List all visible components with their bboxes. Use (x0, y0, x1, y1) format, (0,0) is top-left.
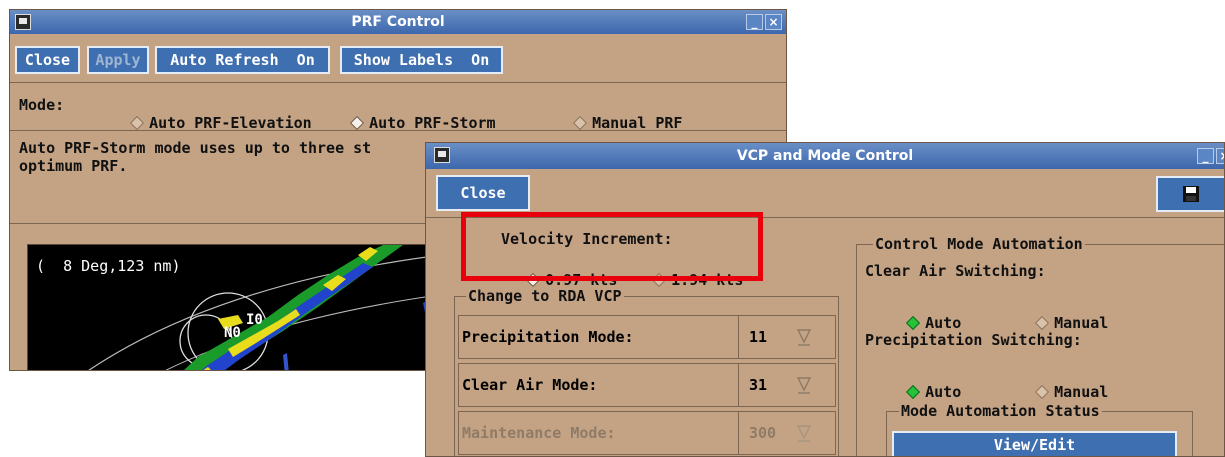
clear-air-mode-value: 31 (749, 376, 768, 394)
vcp-mode-control-window: VCP and Mode Control _ × Close Velocity … (425, 142, 1225, 457)
app-icon (434, 147, 450, 163)
change-rda-vcp-title: Change to RDA VCP (466, 287, 624, 305)
clear-air-mode-label: Clear Air Mode: (462, 376, 598, 394)
mode-description-line1: Auto PRF-Storm mode uses up to three st (19, 139, 372, 157)
radio-icon (573, 115, 588, 130)
app-icon (15, 14, 31, 30)
maintenance-mode-select: 300 (738, 412, 818, 454)
option-label: Auto (925, 314, 962, 332)
control-mode-automation-title: Control Mode Automation (873, 235, 1085, 253)
divider (10, 82, 786, 83)
option-label: Auto (925, 383, 962, 401)
storm-label-i0: I0 (246, 312, 263, 328)
precipitation-mode-select[interactable]: 11 (738, 316, 818, 358)
radio-icon (130, 115, 145, 130)
dropdown-arrow-icon (796, 377, 812, 394)
close-window-icon[interactable]: × (765, 14, 782, 30)
radar-cursor-readout: ( 8 Deg,123 nm) (36, 257, 181, 275)
prf-titlebar[interactable]: PRF Control _ × (10, 10, 786, 34)
precipitation-switching-label: Precipitation Switching: (865, 331, 1082, 349)
vcp-window-title: VCP and Mode Control (736, 148, 914, 164)
precipitation-mode-label: Precipitation Mode: (462, 328, 634, 346)
maintenance-mode-label: Maintenance Mode: (462, 424, 616, 442)
maintenance-mode-value: 300 (749, 424, 777, 442)
save-button[interactable] (1156, 176, 1224, 212)
precipitation-mode-value: 11 (749, 328, 768, 346)
show-labels-button[interactable]: Show Labels On (340, 46, 503, 74)
close-button[interactable]: Close (15, 46, 80, 74)
apply-button[interactable]: Apply (87, 46, 149, 74)
option-label: Manual (1054, 314, 1109, 332)
storm-label-n0: N0 (224, 325, 241, 341)
dropdown-arrow-icon (796, 329, 812, 346)
floppy-disk-icon (1183, 186, 1199, 202)
divider (10, 130, 786, 131)
mode-automation-status-title: Mode Automation Status (899, 402, 1102, 420)
mode-description-line2: optimum PRF. (19, 157, 128, 175)
auto-refresh-button[interactable]: Auto Refresh On (155, 46, 330, 74)
mode-label: Mode: (19, 96, 65, 114)
clear-air-switching-label: Clear Air Switching: (865, 262, 1046, 280)
maintenance-mode-row: Maintenance Mode: 300 (458, 411, 836, 455)
precipitation-mode-row: Precipitation Mode: 11 (458, 315, 836, 359)
view-edit-button[interactable]: View/Edit (892, 431, 1177, 456)
highlight-annotation-box (461, 212, 763, 281)
close-window-icon[interactable]: × (1216, 148, 1224, 164)
radio-selected-icon (350, 115, 365, 130)
option-label: Manual (1054, 383, 1109, 401)
vcp-close-button[interactable]: Close (436, 175, 530, 211)
clear-air-mode-select[interactable]: 31 (738, 364, 818, 406)
minimize-icon[interactable]: _ (1197, 148, 1214, 164)
vcp-titlebar[interactable]: VCP and Mode Control _ × (426, 143, 1224, 169)
radio-icon (1035, 315, 1050, 330)
radio-selected-icon (906, 384, 921, 399)
clear-air-mode-row: Clear Air Mode: 31 (458, 363, 836, 407)
minimize-icon[interactable]: _ (746, 14, 763, 30)
radio-selected-icon (906, 315, 921, 330)
radio-icon (1035, 384, 1050, 399)
prf-window-title: PRF Control (351, 14, 445, 30)
dropdown-arrow-icon (796, 425, 812, 442)
